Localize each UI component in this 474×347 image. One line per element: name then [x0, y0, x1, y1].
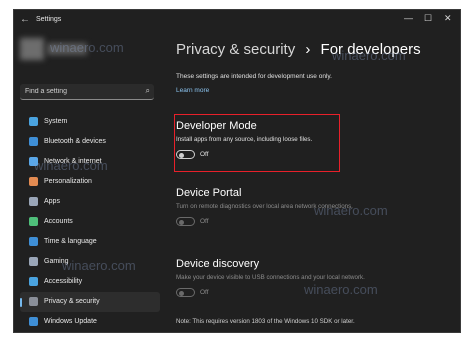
- search-icon[interactable]: ⌕: [146, 86, 150, 96]
- sidebar-item-label: Accessibility: [44, 278, 83, 285]
- sidebar-item-label: Accounts: [44, 218, 73, 225]
- section-title: Device Portal: [176, 187, 242, 199]
- section-description: Make your device visible to USB connecti…: [176, 274, 365, 281]
- sidebar-item-label: Personalization: [44, 178, 92, 185]
- device-discovery-toggle[interactable]: [176, 288, 195, 298]
- section-title: Device discovery: [176, 258, 260, 270]
- developer-mode-toggle[interactable]: [176, 150, 195, 160]
- search-input[interactable]: [25, 86, 135, 97]
- toggle-state-label: Off: [200, 218, 209, 226]
- toggle-knob: [179, 152, 184, 158]
- avatar: [20, 38, 44, 60]
- intro-text: These settings are intended for developm…: [176, 73, 332, 80]
- developer-mode-section: Developer Mode Install apps from any sou…: [174, 114, 340, 172]
- clock-globe-icon: [29, 237, 38, 246]
- back-arrow-icon[interactable]: ←: [20, 14, 30, 25]
- sdk-note: Note: This requires version 1803 of the …: [176, 318, 355, 325]
- settings-window: ← Settings — ☐ ✕ ⌕ System Bluetooth & de…: [13, 9, 461, 333]
- sidebar-item-label: Apps: [44, 198, 60, 205]
- sidebar-item-time-language[interactable]: Time & language: [20, 232, 160, 252]
- toggle-state-label: Off: [200, 289, 209, 297]
- brush-icon: [29, 177, 38, 186]
- accessibility-icon: [29, 277, 38, 286]
- sidebar-item-label: Windows Update: [44, 318, 97, 325]
- gamepad-icon: [29, 257, 38, 266]
- sidebar-nav: System Bluetooth & devices Network & int…: [20, 112, 160, 332]
- watermark: winaero.com: [34, 158, 108, 173]
- watermark: winaero.com: [50, 40, 124, 55]
- watermark: winaero.com: [332, 48, 406, 63]
- toggle-knob: [179, 290, 184, 296]
- sidebar-item-privacy-security[interactable]: Privacy & security: [20, 292, 160, 312]
- toggle-knob: [179, 219, 184, 225]
- watermark: winaero.com: [314, 203, 388, 218]
- toggle-state-label: Off: [200, 151, 209, 159]
- search-box[interactable]: ⌕: [20, 84, 154, 100]
- bluetooth-icon: [29, 137, 38, 146]
- highlight-box: [174, 114, 340, 172]
- watermark: winaero.com: [62, 258, 136, 273]
- sidebar-item-bluetooth[interactable]: Bluetooth & devices: [20, 132, 160, 152]
- sidebar-item-personalization[interactable]: Personalization: [20, 172, 160, 192]
- device-portal-toggle[interactable]: [176, 217, 195, 227]
- sidebar-item-label: System: [44, 118, 68, 125]
- sidebar-item-accounts[interactable]: Accounts: [20, 212, 160, 232]
- breadcrumb-parent[interactable]: Privacy & security: [176, 41, 295, 58]
- sidebar-item-accessibility[interactable]: Accessibility: [20, 272, 160, 292]
- sidebar-item-label: Privacy & security: [44, 298, 100, 305]
- app-title: Settings: [36, 16, 62, 23]
- sidebar-item-system[interactable]: System: [20, 112, 160, 132]
- breadcrumb-separator: ›: [305, 41, 311, 58]
- selection-indicator: [20, 298, 22, 307]
- sidebar-item-windows-update[interactable]: Windows Update: [20, 312, 160, 332]
- shield-icon: [29, 297, 38, 306]
- learn-more-link[interactable]: Learn more: [176, 87, 209, 94]
- system-icon: [29, 117, 38, 126]
- sidebar-item-label: Time & language: [44, 238, 97, 245]
- apps-icon: [29, 197, 38, 206]
- update-icon: [29, 317, 38, 326]
- sidebar-item-label: Bluetooth & devices: [44, 138, 106, 145]
- watermark: winaero.com: [304, 282, 378, 297]
- person-icon: [29, 217, 38, 226]
- sidebar-item-apps[interactable]: Apps: [20, 192, 160, 212]
